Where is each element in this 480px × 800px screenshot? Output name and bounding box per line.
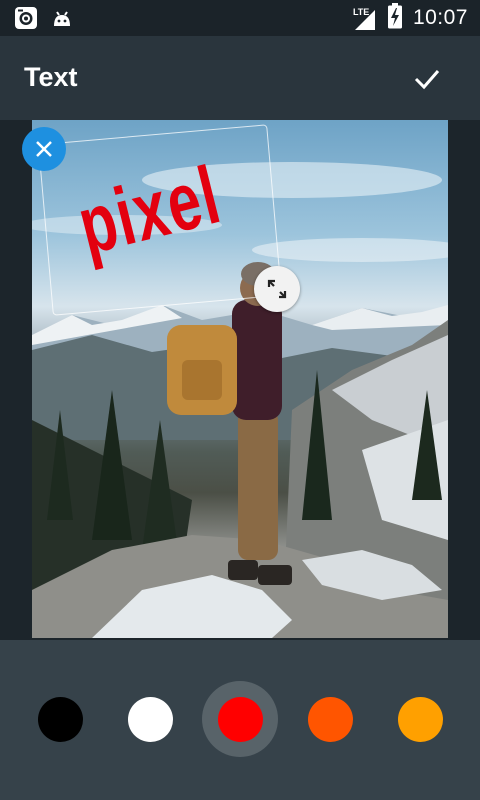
close-icon <box>36 141 52 157</box>
status-bar: LTE 10:07 <box>0 0 480 36</box>
color-palette <box>0 640 480 800</box>
check-icon <box>414 70 440 90</box>
remove-sticker-button[interactable] <box>22 127 66 171</box>
color-option-orange[interactable] <box>292 681 368 757</box>
page-title: Text <box>24 62 78 92</box>
color-option-white[interactable] <box>112 681 188 757</box>
android-icon <box>50 6 74 35</box>
color-swatch <box>397 696 443 742</box>
status-time: 10:07 <box>412 6 468 29</box>
resize-icon <box>267 279 287 299</box>
color-swatch <box>217 696 263 742</box>
battery-charging-icon <box>387 2 403 34</box>
color-option-black[interactable] <box>22 681 98 757</box>
color-option-amber[interactable] <box>382 681 458 757</box>
color-option-red[interactable] <box>202 681 278 757</box>
color-swatch <box>37 696 83 742</box>
resize-rotate-handle[interactable] <box>254 266 300 312</box>
color-swatch <box>127 696 173 742</box>
signal-icon: LTE <box>351 6 377 30</box>
app-bar: Text <box>0 36 480 120</box>
camera-app-icon <box>14 6 38 35</box>
text-sticker[interactable]: pixel <box>37 124 283 316</box>
color-swatch <box>307 696 353 742</box>
confirm-button[interactable] <box>404 56 450 102</box>
edit-canvas: pixel <box>0 120 480 640</box>
sticker-text[interactable]: pixel <box>70 149 230 272</box>
